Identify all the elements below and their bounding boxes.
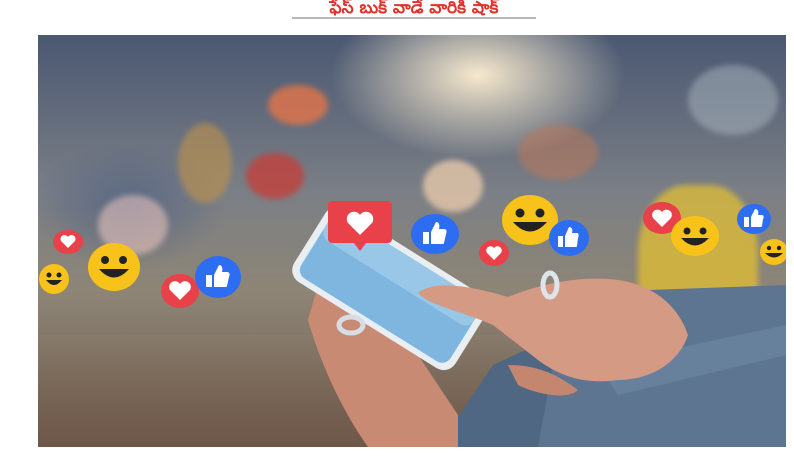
- article-header: ఫేస్ బుక్ వాడే వారికి షాక్: [0, 0, 794, 24]
- smiley-icon: [39, 264, 69, 294]
- page-title: ఫేస్ బుక్ వాడే వారికి షాక్: [329, 0, 499, 16]
- like-icon: [549, 220, 589, 256]
- heart-icon: [328, 201, 392, 251]
- title-underline: [292, 17, 536, 19]
- photo: [38, 35, 786, 447]
- like-icon: [195, 256, 241, 298]
- smiley-icon: [760, 239, 786, 265]
- heart-icon: [53, 230, 83, 254]
- like-icon: [411, 214, 459, 254]
- smiley-icon: [671, 216, 719, 256]
- smiley-icon: [88, 243, 140, 291]
- like-icon: [737, 204, 771, 234]
